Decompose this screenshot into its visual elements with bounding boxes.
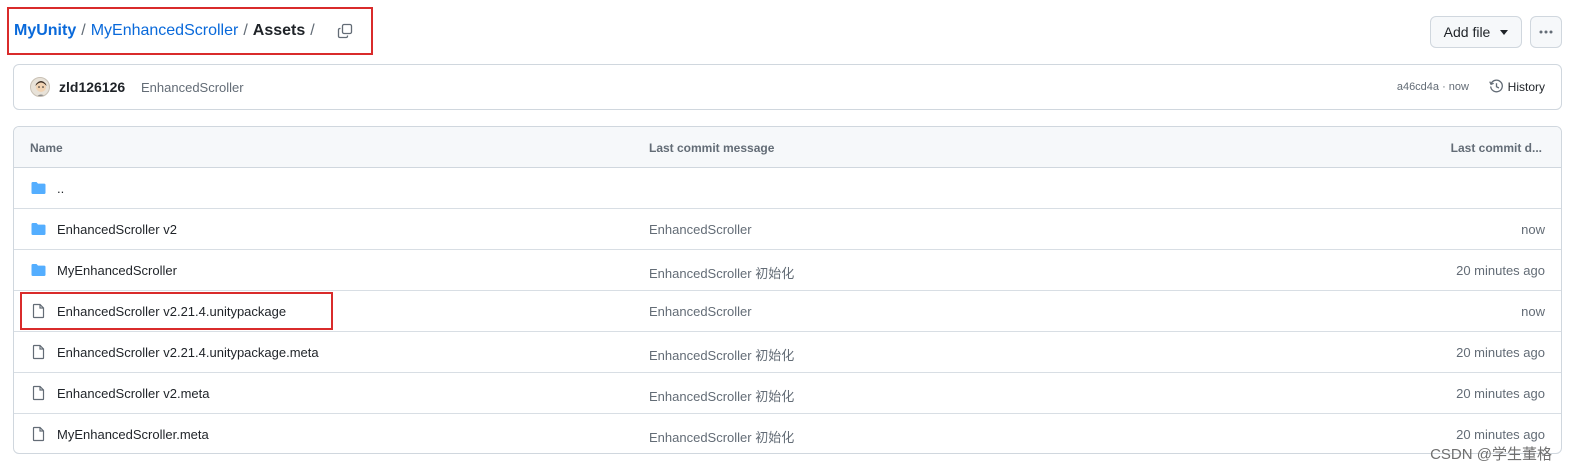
row-commit-message[interactable]: EnhancedScroller 初始化 [649,386,794,405]
row-name-link[interactable]: MyEnhancedScroller [57,263,177,278]
file-table: Name Last commit message Last commit d..… [13,126,1562,454]
history-link[interactable]: History [1488,79,1545,94]
highlight-annotation [7,7,373,55]
table-row[interactable]: MyEnhancedScroller EnhancedScroller 初始化 20… [14,250,1561,291]
commit-author-link[interactable]: zld126126 [59,79,125,95]
row-commit-date: now [1521,304,1545,319]
folder-icon [30,221,47,237]
row-name-link[interactable]: EnhancedScroller v2.meta [57,386,209,401]
add-file-button[interactable]: Add file [1430,16,1522,48]
triangle-down-icon [1500,29,1509,35]
row-commit-message[interactable]: EnhancedScroller 初始化 [649,345,794,364]
watermark: CSDN @学生董格 [1430,446,1552,463]
folder-icon [30,262,47,278]
row-name-link[interactable]: EnhancedScroller v2 [57,222,177,237]
row-commit-date: 20 minutes ago [1456,263,1545,278]
table-row[interactable]: EnhancedScroller v2.meta EnhancedScroller… [14,373,1561,414]
commit-sha-time[interactable]: a46cd4a · now [1397,81,1469,93]
row-commit-date: now [1521,222,1545,237]
table-row[interactable]: .. [14,168,1561,209]
more-options-button[interactable] [1530,16,1562,48]
table-row[interactable]: EnhancedScroller v2.21.4.unitypackage.me… [14,332,1561,373]
column-header-name: Name [30,141,63,155]
column-header-message: Last commit message [649,141,775,155]
history-label: History [1507,79,1545,94]
row-commit-date: 20 minutes ago [1456,427,1545,442]
row-commit-message[interactable]: EnhancedScroller [649,304,752,319]
row-commit-message[interactable]: EnhancedScroller 初始化 [649,427,794,446]
kebab-horizontal-icon [1539,30,1553,34]
table-row[interactable]: EnhancedScroller v2 EnhancedScroller now [14,209,1561,250]
row-commit-date: 20 minutes ago [1456,386,1545,401]
row-commit-date: 20 minutes ago [1456,345,1545,360]
row-name-link[interactable]: MyEnhancedScroller.meta [57,427,209,442]
latest-commit-bar: zld126126 EnhancedScroller a46cd4a · now… [13,64,1562,110]
folder-icon [30,180,47,196]
row-name-link[interactable]: .. [57,181,64,196]
row-commit-message[interactable]: EnhancedScroller 初始化 [649,263,794,282]
table-header: Name Last commit message Last commit d..… [14,127,1561,168]
column-header-date: Last commit d... [1450,141,1542,155]
row-commit-message[interactable]: EnhancedScroller [649,222,752,237]
commit-message-link[interactable]: EnhancedScroller [141,80,244,95]
repo-header: MyUnity / MyEnhancedScroller / Assets / … [0,0,1569,62]
avatar[interactable] [30,77,50,97]
file-icon [30,385,47,401]
table-row[interactable]: MyEnhancedScroller.meta EnhancedScroller … [14,414,1561,453]
add-file-label: Add file [1443,24,1491,40]
avatar-image [35,81,47,96]
file-icon [30,344,47,360]
row-name-link[interactable]: EnhancedScroller v2.21.4.unitypackage.me… [57,345,319,360]
highlight-annotation [20,292,333,330]
history-icon [1488,79,1503,93]
file-icon [30,426,47,442]
